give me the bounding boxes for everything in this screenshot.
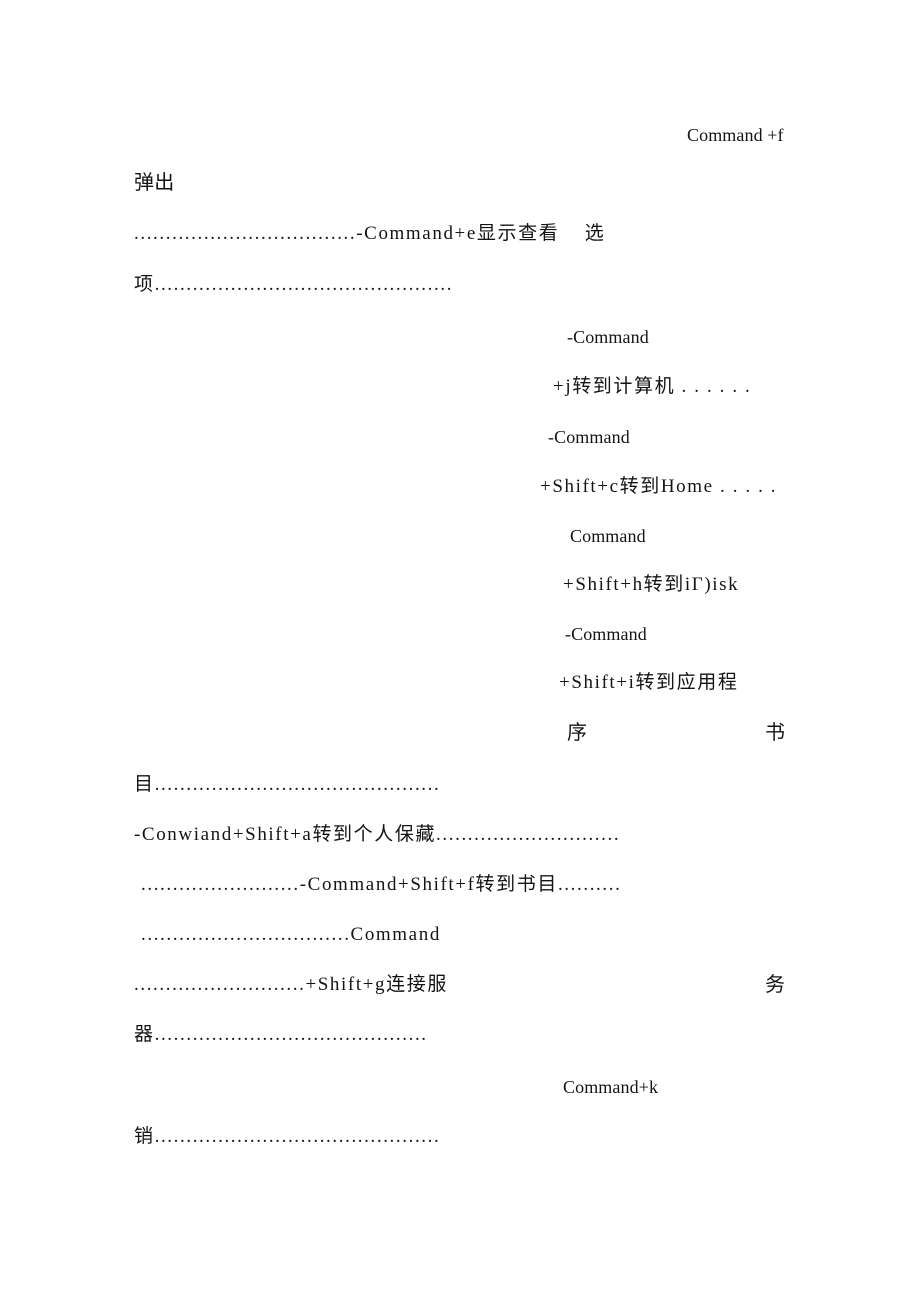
text-line: Command+k — [563, 1077, 659, 1097]
text-line: 项.......................................… — [134, 274, 454, 295]
text-line: 务 — [765, 974, 786, 996]
text-line: Command — [570, 526, 646, 546]
text-line: Command +f — [687, 125, 784, 145]
text-line: ...................................-Comm… — [134, 223, 606, 244]
text-line: 销.......................................… — [134, 1126, 441, 1147]
text-line: 弹出 — [134, 172, 175, 194]
document-page: Command +f 弹出............................… — [0, 0, 920, 1301]
text-line: ...........................+Shift+g连接服 — [134, 974, 448, 995]
text-line: +Shift+c转到Home . . . . . — [540, 476, 778, 497]
text-line: +Shift+i转到应用程 — [559, 672, 739, 693]
text-line: .........................-Command+Shift+… — [141, 874, 622, 895]
text-line: -Command — [565, 624, 647, 644]
text-line: +j转到计算机 . . . . . . — [553, 376, 752, 397]
text-line: 书 — [765, 722, 786, 744]
text-line: -Command — [548, 427, 630, 447]
text-line: +Shift+h转到iΓ)isk — [563, 574, 740, 595]
text-line: 序 — [567, 722, 588, 744]
text-line: 目.......................................… — [134, 774, 441, 795]
text-line: -Command — [567, 327, 649, 347]
text-line: -Conwiand+Shift+a转到个人保藏.................… — [134, 824, 621, 845]
text-line: 器.......................................… — [134, 1024, 428, 1045]
text-line: .................................Command — [141, 924, 441, 945]
